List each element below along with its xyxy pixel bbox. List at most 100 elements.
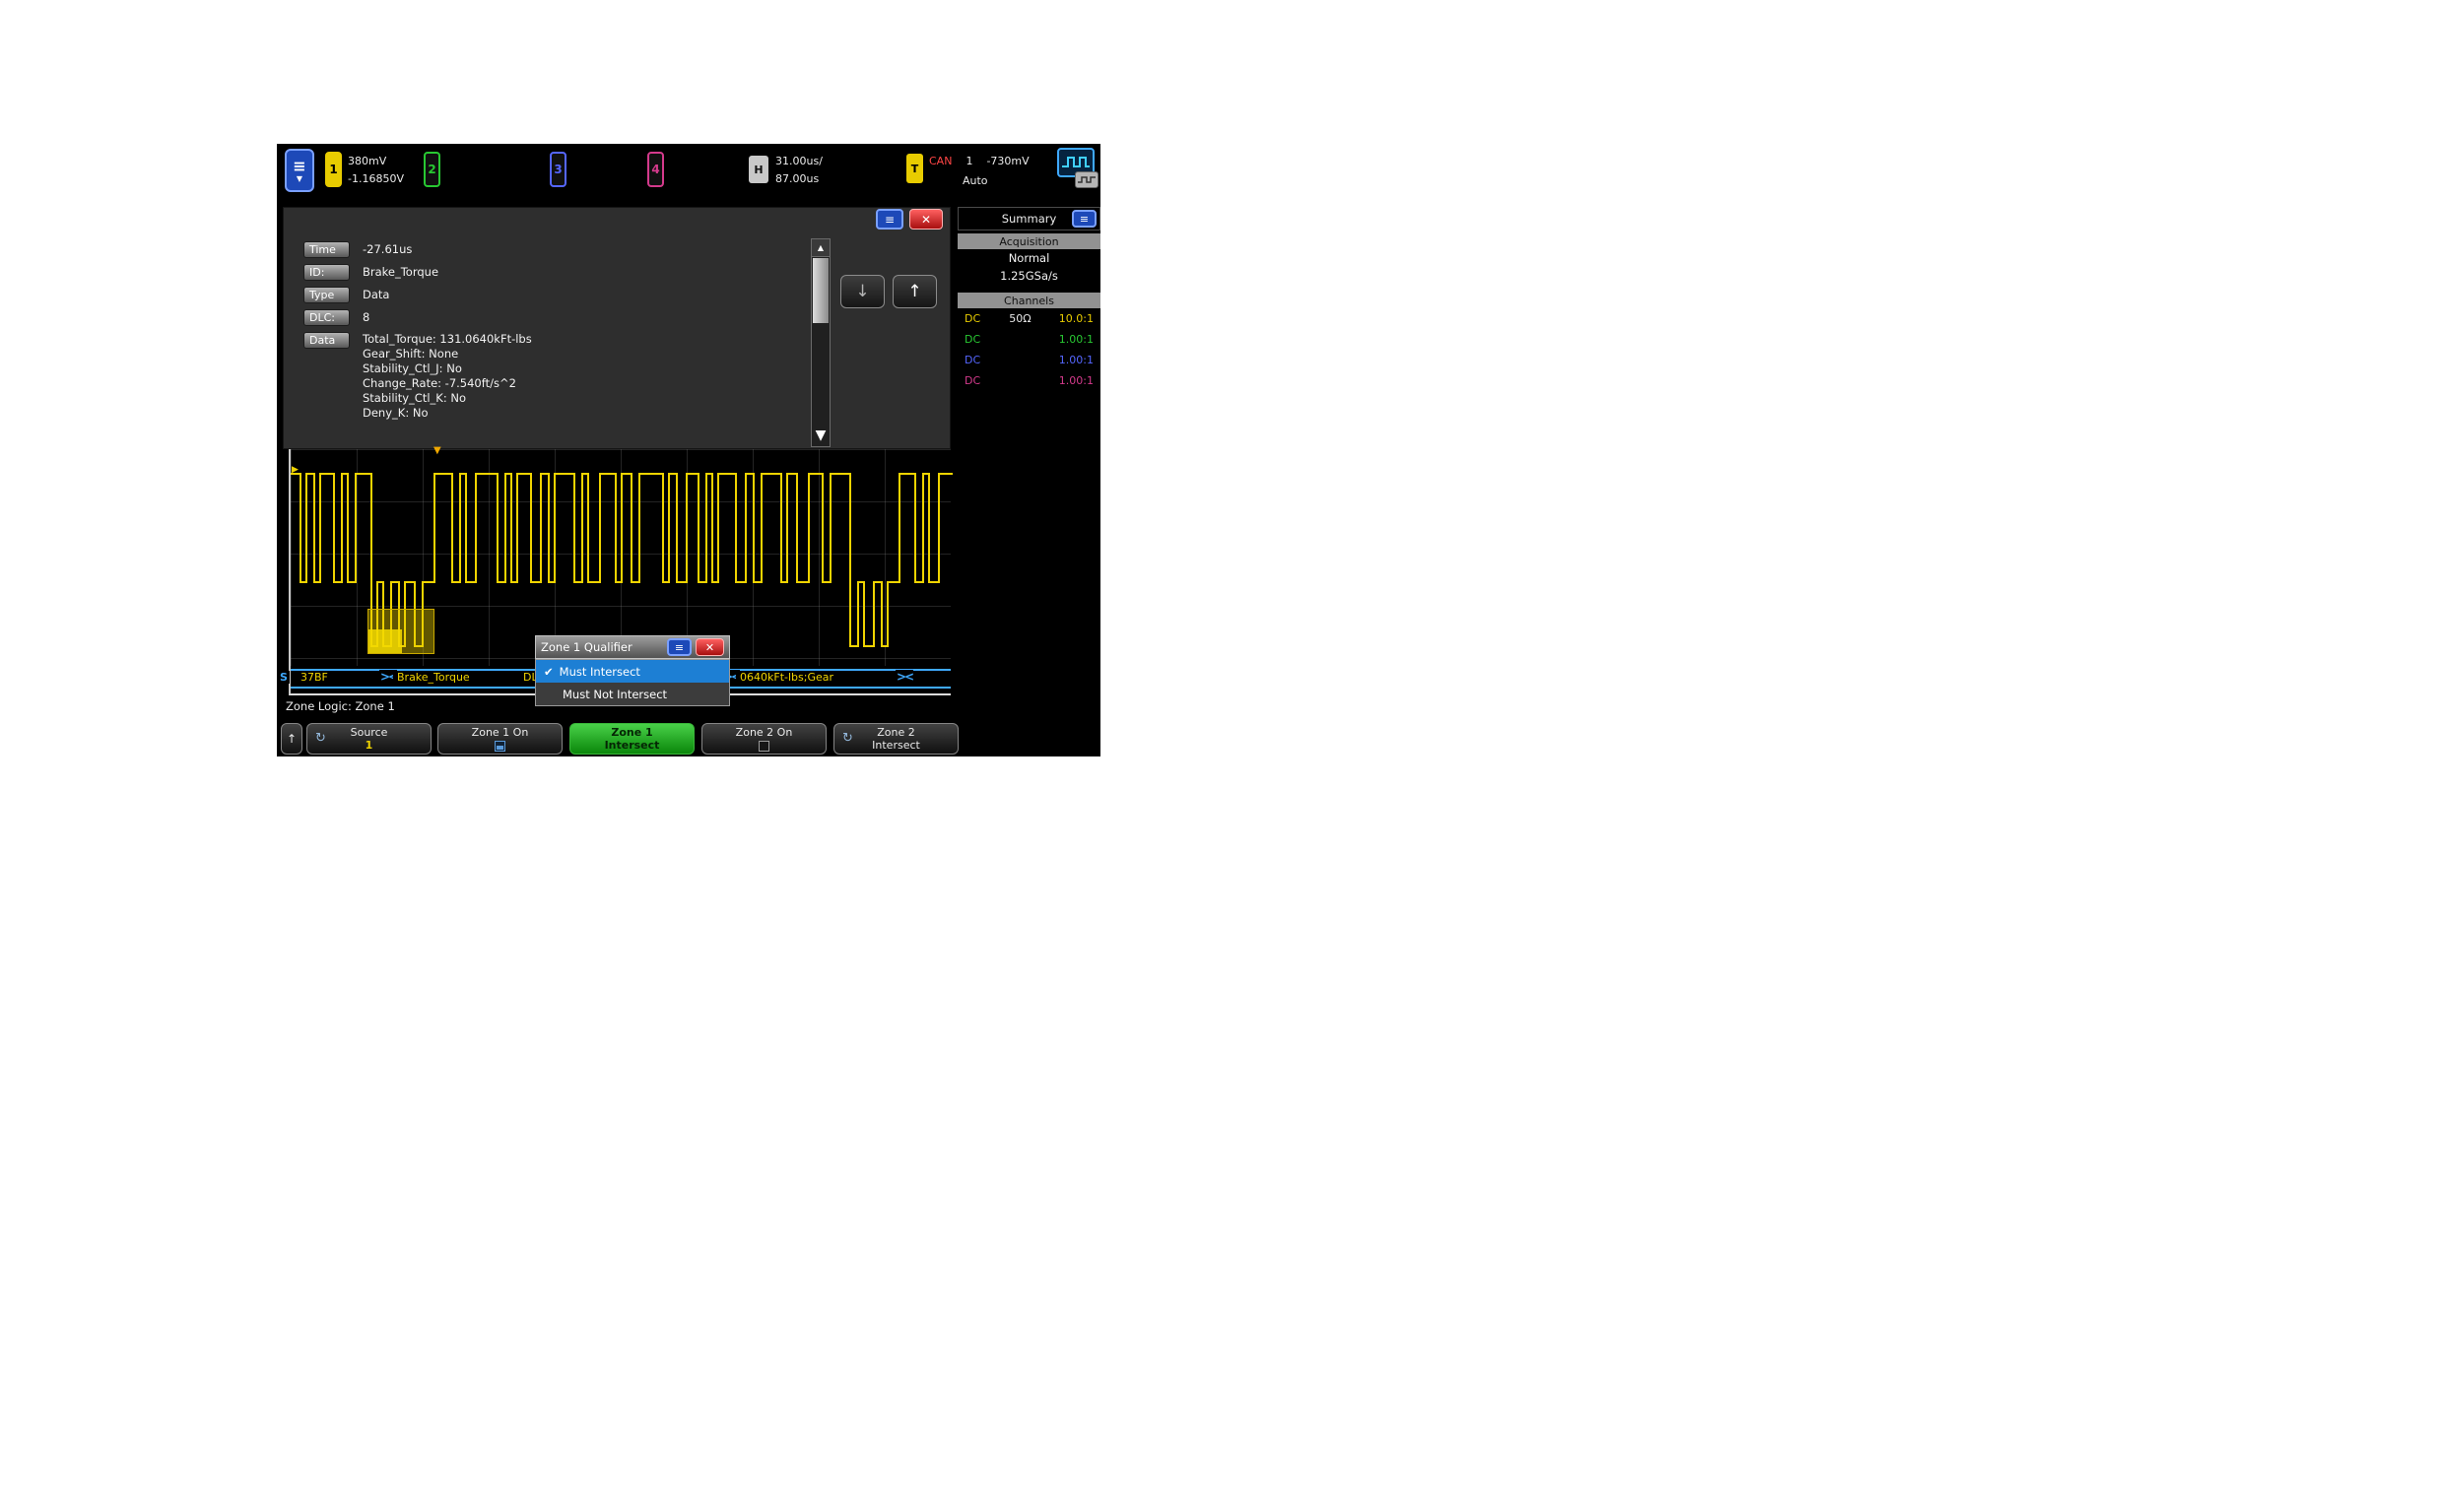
menu-icon: ≡: [293, 159, 305, 174]
scroll-down-button[interactable]: ↓: [840, 275, 885, 308]
field-row-time: Time -27.61us: [303, 241, 412, 258]
ch3-coupling: DC: [965, 354, 994, 366]
refresh-icon: ↻: [315, 732, 326, 745]
channel-2-badge[interactable]: 2: [424, 152, 440, 187]
softkey-bar: ↑ ↻ Source 1 Zone 1 On Zone 1 Intersect …: [277, 723, 1100, 756]
zone-qualifier-popup: Zone 1 Qualifier ≡ ✕ ✔ Must Intersect Mu…: [535, 635, 730, 706]
trigger-bus-type: CAN: [929, 155, 952, 167]
scrollbar-up-icon[interactable]: ▲: [812, 239, 830, 257]
channel-summary-row: DC 1.00:1: [958, 350, 1100, 370]
softkey-zone2-mode[interactable]: ↻ Zone 2 Intersect: [833, 723, 959, 755]
channel-3-badge[interactable]: 3: [550, 152, 566, 187]
data-line: Total_Torque: 131.0640kFt-lbs: [363, 332, 532, 347]
data-value: Total_Torque: 131.0640kFt-lbs Gear_Shift…: [363, 332, 532, 421]
trigger-level: -730mV: [986, 155, 1029, 167]
bus-transition-icon: ><: [896, 670, 913, 684]
softkey-zone2-on[interactable]: Zone 2 On: [701, 723, 827, 755]
channel-summary-row: DC 1.00:1: [958, 370, 1100, 391]
ch2-probe: 1.00:1: [1046, 333, 1094, 346]
chevron-down-icon: ▼: [297, 174, 302, 183]
menu-icon: ≡: [885, 213, 895, 227]
channel-summary-row: DC 1.00:1: [958, 329, 1100, 350]
scrollbar-down-icon[interactable]: ▼: [812, 425, 830, 446]
trigger-badge[interactable]: T: [906, 154, 923, 183]
channel-summary-row: DC 50Ω 10.0:1: [958, 308, 1100, 329]
status-text: Zone Logic: Zone 1: [286, 699, 395, 713]
ch1-coupling: DC: [965, 312, 994, 325]
mini-waveform-glyph: [1062, 153, 1090, 172]
trigger-info-line: CAN 1 -730mV: [929, 155, 1030, 167]
zone2-mode-line2: Intersect: [872, 739, 920, 752]
decode-frame-id-hex: 37BF: [297, 671, 332, 684]
field-row-type: Type Data: [303, 287, 389, 303]
zone-1-region[interactable]: [367, 609, 434, 654]
softkey-back-button[interactable]: ↑: [281, 723, 302, 755]
menu-item-must-not-intersect[interactable]: Must Not Intersect: [536, 683, 729, 705]
popup-title: Zone 1 Qualifier: [541, 640, 663, 654]
softkey-zone1-mode[interactable]: Zone 1 Intersect: [569, 723, 695, 755]
acquisition-header: Acquisition: [958, 233, 1100, 249]
type-label-button[interactable]: Type: [303, 287, 350, 303]
thumbnail-display-icon[interactable]: [1075, 171, 1098, 188]
lister-menu-button[interactable]: ≡: [876, 209, 903, 230]
popup-menu-button[interactable]: ≡: [667, 638, 692, 656]
close-icon: ✕: [705, 641, 714, 654]
zone2-mode-line1: Zone 2: [877, 726, 915, 739]
lister-close-button[interactable]: ✕: [909, 209, 943, 230]
channel-4-badge[interactable]: 4: [647, 152, 664, 187]
lister-scrollbar[interactable]: ▲ ▼: [811, 238, 831, 447]
zone1-on-label: Zone 1 On: [472, 726, 529, 739]
zone1-mode-line2: Intersect: [605, 739, 660, 752]
trigger-source: 1: [965, 155, 972, 167]
id-label-button[interactable]: ID:: [303, 264, 350, 281]
field-row-dlc: DLC: 8: [303, 309, 369, 326]
data-line: Change_Rate: -7.540ft/s^2: [363, 376, 532, 391]
zone1-on-checkbox: [495, 741, 505, 752]
summary-title-bar: Summary ≡: [958, 207, 1100, 230]
field-row-data: Data Total_Torque: 131.0640kFt-lbs Gear_…: [303, 332, 532, 421]
trigger-position-marker[interactable]: ▼: [433, 445, 441, 456]
ch4-probe: 1.00:1: [1046, 374, 1094, 387]
menu-item-must-intersect[interactable]: ✔ Must Intersect: [536, 660, 729, 683]
summary-sidebar: Summary ≡ Acquisition Normal 1.25GSa/s C…: [958, 207, 1100, 391]
popup-title-bar[interactable]: Zone 1 Qualifier ≡ ✕: [535, 635, 730, 659]
sample-rate: 1.25GSa/s: [958, 267, 1100, 285]
main-menu-button[interactable]: ≡ ▼: [285, 149, 314, 192]
channels-header: Channels: [958, 293, 1100, 308]
time-label-button[interactable]: Time: [303, 241, 350, 258]
timebase-value: 31.00us/: [775, 153, 823, 170]
data-label-button[interactable]: Data: [303, 332, 350, 349]
popup-close-button[interactable]: ✕: [696, 638, 724, 656]
channel-1-badge[interactable]: 1: [325, 152, 342, 187]
horizontal-badge[interactable]: H: [749, 156, 768, 183]
ch1-impedance: 50Ω: [994, 312, 1046, 325]
scrollbar-thumb[interactable]: [813, 258, 829, 323]
dlc-label-button[interactable]: DLC:: [303, 309, 350, 326]
top-bar: ≡ ▼ 1 380mV -1.16850V 2 3 4 H 31.00us/ 8…: [277, 144, 1100, 200]
mini-waveform-glyph-2: [1078, 175, 1096, 185]
softkey-zone1-on[interactable]: Zone 1 On: [437, 723, 563, 755]
data-line: Gear_Shift: None: [363, 347, 532, 362]
zone2-on-checkbox: [759, 741, 769, 752]
decode-frame-id-name: Brake_Torque: [393, 671, 474, 684]
trigger-mode: Auto: [963, 174, 988, 187]
qualifier-menu: ✔ Must Intersect Must Not Intersect: [535, 659, 730, 706]
page: ≡ ▼ 1 380mV -1.16850V 2 3 4 H 31.00us/ 8…: [0, 0, 2463, 1512]
field-row-id: ID: Brake_Torque: [303, 264, 438, 281]
arrow-up-icon: ↑: [287, 733, 297, 746]
channel-1-scale: 380mV: [348, 153, 404, 170]
summary-menu-button[interactable]: ≡: [1072, 210, 1097, 228]
data-line: Stability_Ctl_J: No: [363, 362, 532, 376]
scroll-up-button[interactable]: ↑: [893, 275, 937, 308]
close-icon: ✕: [921, 213, 931, 227]
ch4-coupling: DC: [965, 374, 994, 387]
zone-1-handle[interactable]: [368, 629, 402, 653]
menu-item-label: Must Intersect: [560, 665, 640, 679]
zone2-on-label: Zone 2 On: [736, 726, 793, 739]
check-icon: ✔: [544, 665, 554, 679]
arrow-down-icon: ↓: [855, 282, 869, 301]
data-line: Stability_Ctl_K: No: [363, 391, 532, 406]
ch1-probe: 10.0:1: [1046, 312, 1094, 325]
zone1-mode-line1: Zone 1: [611, 726, 652, 739]
softkey-source[interactable]: ↻ Source 1: [306, 723, 432, 755]
